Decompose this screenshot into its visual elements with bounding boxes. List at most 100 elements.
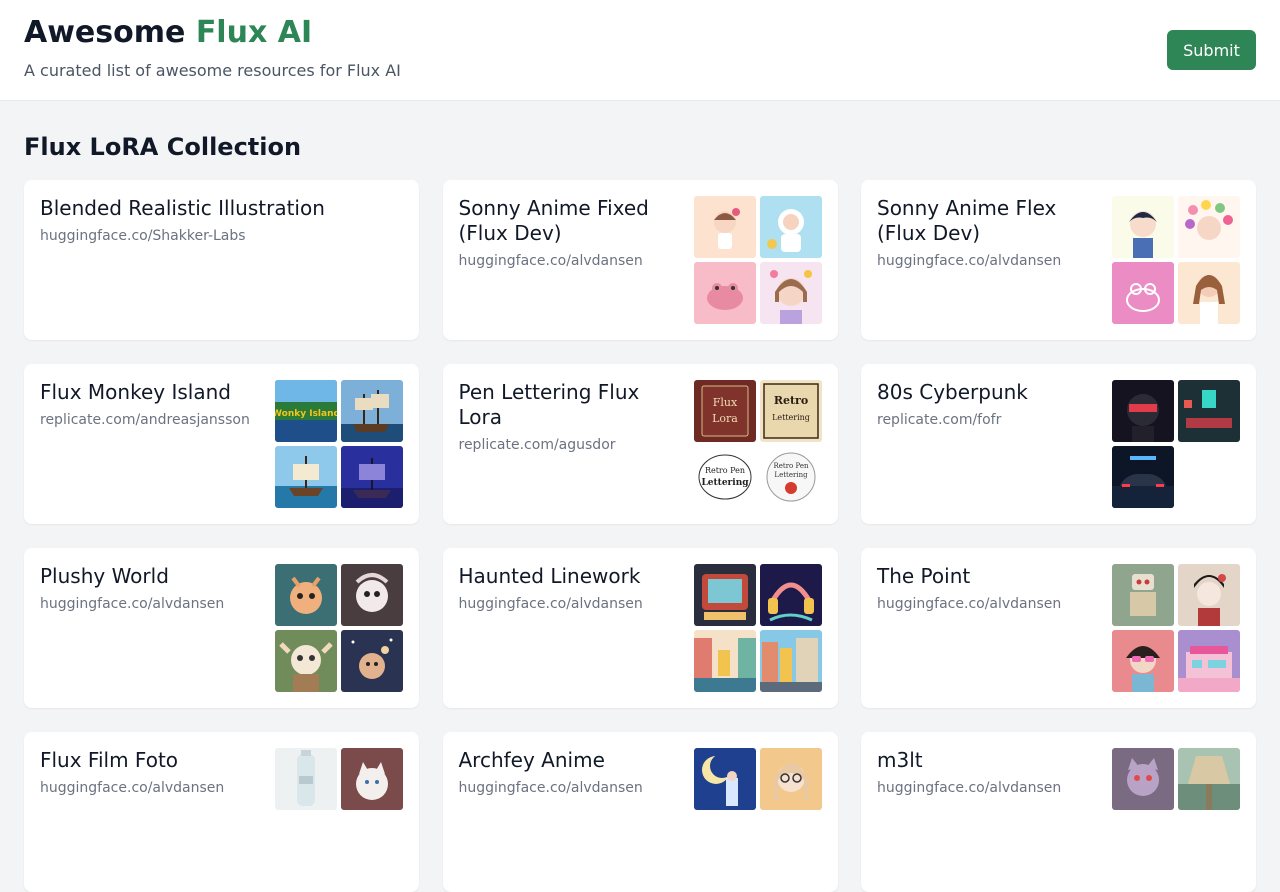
thumb-anime-chibi[interactable] xyxy=(693,196,756,258)
card-thumbnails xyxy=(693,564,822,692)
card-link[interactable]: replicate.com/fofr xyxy=(877,411,1100,429)
lora-card[interactable]: m3lt huggingface.co/alvdansen xyxy=(861,732,1256,892)
site-title: Awesome Flux AI xyxy=(24,14,312,52)
thumb-cyberpunk-room[interactable] xyxy=(1178,380,1240,442)
card-link[interactable]: huggingface.co/alvdansen xyxy=(40,779,263,797)
card-text: The Point huggingface.co/alvdansen xyxy=(877,564,1112,692)
thumb-robot-figure[interactable] xyxy=(1112,564,1174,626)
thumb-plushy-space[interactable] xyxy=(341,630,403,692)
card-text: Archfey Anime huggingface.co/alvdansen xyxy=(459,748,694,876)
svg-text:Retro Pen: Retro Pen xyxy=(773,462,809,470)
thumb-anime-boy[interactable] xyxy=(1112,196,1174,258)
thumb-cyberpunk-helmet[interactable] xyxy=(1112,380,1174,442)
thumb-retro-lettering-sign[interactable]: Retro Lettering xyxy=(759,380,822,442)
lora-card[interactable]: Sonny Anime Flex (Flux Dev) huggingface.c… xyxy=(861,180,1256,340)
thumb-plushy-gnome[interactable] xyxy=(275,630,337,692)
lora-card[interactable]: 80s Cyberpunk replicate.com/fofr xyxy=(861,364,1256,524)
lora-card[interactable]: The Point huggingface.co/alvdansen xyxy=(861,548,1256,708)
thumb-water-bottle[interactable] xyxy=(275,748,337,810)
card-link[interactable]: huggingface.co/alvdansen xyxy=(877,779,1100,797)
thumb-cyberpunk-car[interactable] xyxy=(1112,446,1174,508)
card-thumbnails xyxy=(693,196,822,324)
lora-card[interactable]: Flux Film Foto huggingface.co/alvdansen xyxy=(24,732,419,892)
svg-text:Retro: Retro xyxy=(773,394,807,407)
thumb-headphones[interactable] xyxy=(759,564,822,626)
thumb-retro-pen-lettering-bw[interactable]: Retro Pen Lettering xyxy=(693,446,756,508)
thumb-diner[interactable] xyxy=(1178,630,1240,692)
card-link[interactable]: huggingface.co/alvdansen xyxy=(459,779,682,797)
thumb-pirate-ship-night[interactable] xyxy=(341,446,403,508)
card-title[interactable]: 80s Cyberpunk xyxy=(877,380,1100,405)
thumb-city-street[interactable] xyxy=(759,630,822,692)
lora-card[interactable]: Haunted Linework huggingface.co/alvdansen xyxy=(442,548,838,708)
svg-text:Lettering: Lettering xyxy=(774,471,808,479)
card-thumbnails xyxy=(275,748,403,876)
lora-card[interactable]: Blended Realistic Illustration huggingfac… xyxy=(24,180,419,340)
site-header: Awesome Flux AI A curated list of awesom… xyxy=(0,0,1280,101)
thumb-geisha[interactable] xyxy=(1178,564,1240,626)
thumb-pink-frog[interactable] xyxy=(693,262,756,324)
card-title[interactable]: Archfey Anime xyxy=(459,748,682,773)
card-text: Pen Lettering Flux Lora replicate.com/agu… xyxy=(459,380,694,508)
thumb-anime-astronaut[interactable] xyxy=(759,196,822,258)
card-link[interactable]: huggingface.co/alvdansen xyxy=(877,595,1100,613)
site-subtitle: A curated list of awesome resources for … xyxy=(24,61,401,80)
thumb-plushy-deer[interactable] xyxy=(275,564,337,626)
card-title[interactable]: Flux Film Foto xyxy=(40,748,263,773)
thumb-monkey-island-logo[interactable]: Wonky Island xyxy=(275,380,337,442)
card-title[interactable]: m3lt xyxy=(877,748,1100,773)
thumb-plushy-creature[interactable] xyxy=(341,564,403,626)
thumb-cat-mask[interactable] xyxy=(1112,748,1174,810)
thumb-moon-girl[interactable] xyxy=(693,748,756,810)
thumb-anime-flower-girl[interactable] xyxy=(1178,196,1240,258)
thumb-anime-girl-flowers[interactable] xyxy=(759,262,822,324)
lora-card[interactable]: Plushy World huggingface.co/alvdansen xyxy=(24,548,419,708)
svg-text:Retro Pen: Retro Pen xyxy=(704,466,744,475)
card-title[interactable]: Flux Monkey Island xyxy=(40,380,263,405)
lora-card[interactable]: Archfey Anime huggingface.co/alvdansen xyxy=(442,732,838,892)
thumb-pirate-ship-sea[interactable] xyxy=(275,446,337,508)
card-thumbnails xyxy=(693,748,822,876)
site-title-accent: Flux AI xyxy=(195,15,313,50)
card-text: Flux Monkey Island replicate.com/andreasj… xyxy=(40,380,275,508)
card-link[interactable]: huggingface.co/alvdansen xyxy=(459,595,682,613)
thumb-retro-tv[interactable] xyxy=(693,564,756,626)
thumb-white-kitten[interactable] xyxy=(341,748,403,810)
card-thumbnails: Flux Lora Retro Lettering Retro Pen Lettering… xyxy=(693,380,822,508)
card-title[interactable]: The Point xyxy=(877,564,1100,589)
thumb-flux-lora-book[interactable]: Flux Lora xyxy=(693,380,756,442)
card-thumbnails xyxy=(1112,564,1240,692)
card-link[interactable]: huggingface.co/Shakker-Labs xyxy=(40,227,391,245)
thumb-bridge-landscape[interactable] xyxy=(1178,748,1240,810)
card-title[interactable]: Blended Realistic Illustration xyxy=(40,196,391,221)
svg-text:Wonky Island: Wonky Island xyxy=(275,409,337,419)
lora-card-grid: Blended Realistic Illustration huggingfac… xyxy=(24,180,1256,892)
thumb-pirate-ship-dock[interactable] xyxy=(341,380,403,442)
card-link[interactable]: huggingface.co/alvdansen xyxy=(40,595,263,613)
card-link[interactable]: huggingface.co/alvdansen xyxy=(877,252,1100,270)
card-link[interactable]: huggingface.co/alvdansen xyxy=(459,252,682,270)
card-text: m3lt huggingface.co/alvdansen xyxy=(877,748,1112,876)
card-link[interactable]: replicate.com/agusdor xyxy=(459,436,682,454)
submit-button[interactable]: Submit xyxy=(1167,30,1256,70)
thumb-pink-frog-sketch[interactable] xyxy=(1112,262,1174,324)
card-link[interactable]: replicate.com/andreasjansson xyxy=(40,411,263,429)
card-title[interactable]: Plushy World xyxy=(40,564,263,589)
thumb-anime-girl-casual[interactable] xyxy=(1178,262,1240,324)
thumb-street-scene[interactable] xyxy=(693,630,756,692)
lora-card[interactable]: Pen Lettering Flux Lora replicate.com/agu… xyxy=(442,364,838,524)
svg-text:Lettering: Lettering xyxy=(701,478,749,488)
card-title[interactable]: Haunted Linework xyxy=(459,564,682,589)
lora-card[interactable]: Flux Monkey Island replicate.com/andreasj… xyxy=(24,364,419,524)
card-title[interactable]: Pen Lettering Flux Lora xyxy=(459,380,682,430)
thumb-blonde-glasses[interactable] xyxy=(759,748,822,810)
thumb-girl-glasses[interactable] xyxy=(1112,630,1174,692)
card-title[interactable]: Sonny Anime Flex (Flux Dev) xyxy=(877,196,1100,246)
card-thumbnails xyxy=(275,564,403,692)
card-thumbnails xyxy=(1112,380,1240,508)
thumb-retro-pen-lettering-red[interactable]: Retro Pen Lettering xyxy=(759,446,822,508)
svg-text:Lettering: Lettering xyxy=(772,413,810,422)
card-title[interactable]: Sonny Anime Fixed (Flux Dev) xyxy=(459,196,682,246)
card-text: 80s Cyberpunk replicate.com/fofr xyxy=(877,380,1112,508)
lora-card[interactable]: Sonny Anime Fixed (Flux Dev) huggingface.… xyxy=(442,180,838,340)
